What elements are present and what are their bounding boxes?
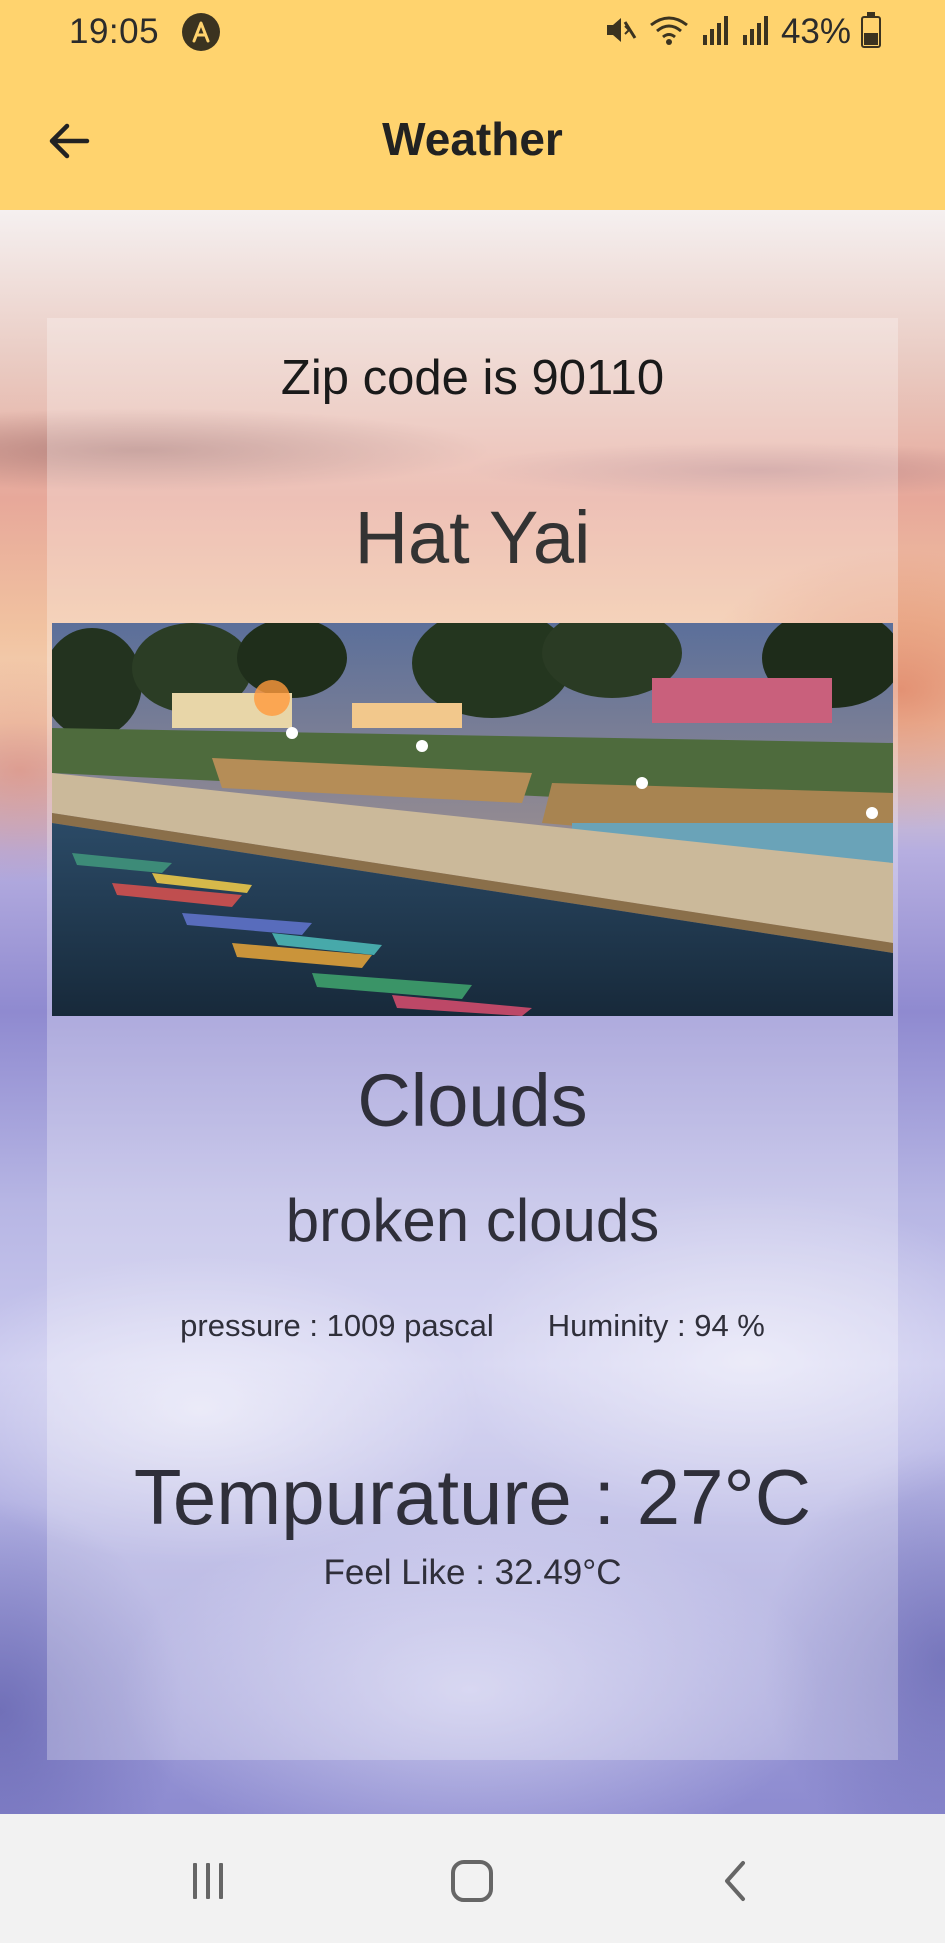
signal-icon [701,13,731,52]
weather-stats: pressure : 1009 pascal Huminity : 94 % [0,1308,945,1344]
zip-code-label: Zip code is 90110 [280,351,665,405]
nav-bar [0,1814,945,1943]
status-time: 19:05 [69,12,160,51]
recents-button[interactable] [173,1846,243,1916]
app-bar: Weather [0,66,945,210]
mute-icon [603,13,637,52]
status-icons: 43% [603,12,881,52]
system-back-button[interactable] [702,1846,772,1916]
page-title: Weather [382,113,563,165]
weather-description: broken clouds [285,1187,660,1254]
home-icon [451,1860,493,1902]
humidity-label: Huminity : 94 % [547,1308,765,1343]
recents-icon [193,1863,223,1899]
temperature-label: Tempurature : 27°C [133,1453,812,1541]
city-photo [52,623,893,1016]
home-button[interactable] [437,1846,507,1916]
pressure-label: pressure : 1009 pascal [180,1308,494,1343]
status-bar: 19:05 43% [0,0,945,66]
back-icon [725,1861,745,1901]
feels-like-label: Feel Like : 32.49°C [323,1553,622,1592]
city-name: Hat Yai [354,496,591,579]
a-icon [182,13,220,51]
battery-icon [861,12,881,48]
signal-icon [741,13,771,52]
battery-percent: 43% [780,12,851,51]
weather-main: Clouds [357,1059,588,1142]
wifi-icon [647,13,691,52]
